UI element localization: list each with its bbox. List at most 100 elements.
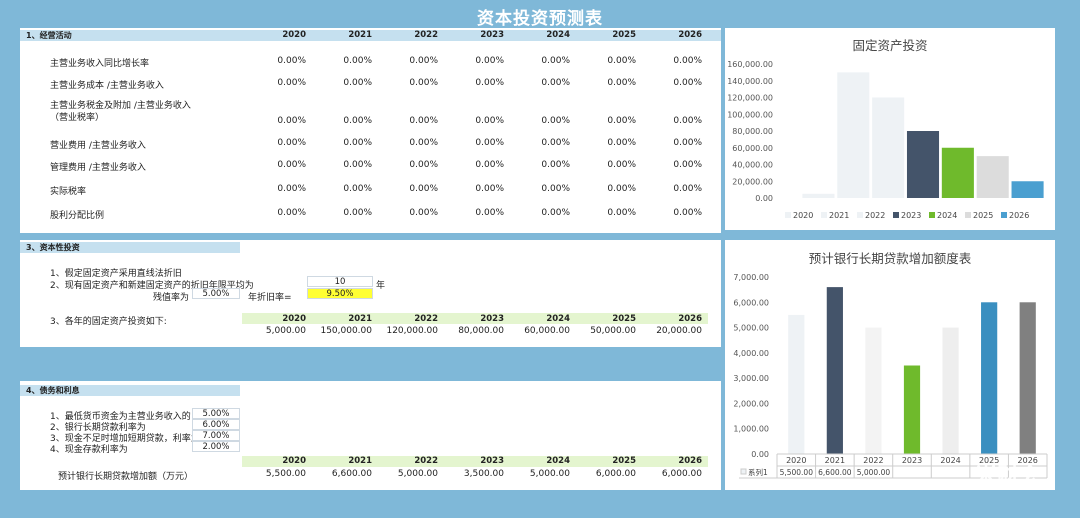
ops-cell: 0.00% xyxy=(673,116,702,126)
capex-value-2022: 120,000.00 xyxy=(386,326,438,336)
chart2-bar-2020 xyxy=(788,314,805,454)
ops-cell: 0.00% xyxy=(409,160,438,170)
dep-rate-label: 年折旧率= xyxy=(248,293,292,303)
chart2-ytick: 1,000.00 xyxy=(733,425,769,434)
ops-cell: 0.00% xyxy=(607,208,636,218)
operations-panel: 1、经营活动 2020 2021 2022 2023 2024 2025 2026 主营业务… xyxy=(20,28,721,233)
chart1-bar-2021 xyxy=(837,72,870,198)
debt-year-2020: 2020 xyxy=(282,456,306,466)
loan-value-2026: 6,000.00 xyxy=(661,469,702,479)
ops-cell: 0.00% xyxy=(343,184,372,194)
chart2-ytick: 7,000.00 xyxy=(733,273,769,282)
chart1-bar-2024 xyxy=(941,147,974,198)
chart1-legend-swatch-2025 xyxy=(965,212,971,218)
ops-cell: 0.00% xyxy=(607,138,636,148)
loan-label: 预计银行长期贷款增加额（万元） xyxy=(58,472,194,482)
chart2-xtick-2020: 2020 xyxy=(786,456,806,465)
ops-cell: 0.00% xyxy=(277,116,306,126)
ops-cell: 0.00% xyxy=(409,78,438,88)
chart2-svg: 0.00 1,000.00 2,000.00 3,000.00 4,000.00 5,00… xyxy=(733,273,1048,479)
chart2-panel: 预计银行长期贷款增加额度表 0.00 1,000.00 2,000.00 3,000.… xyxy=(725,240,1055,490)
chart2-table-value-2020: 5,500.00 xyxy=(780,468,814,477)
ops-cell: 0.00% xyxy=(343,56,372,66)
chart1-legend-swatch-2023 xyxy=(893,212,899,218)
debt-year-2022: 2022 xyxy=(414,456,438,466)
debt-year-2025: 2025 xyxy=(612,456,636,466)
chart2-bar-2021 xyxy=(826,287,843,454)
ops-cell: 0.00% xyxy=(409,184,438,194)
debt-panel: 4、债务和利息 1、最低货币资金为主营业务收入的 5.00% 2、银行长期贷款利率为… xyxy=(20,381,721,490)
ops-row-label: 管理费用 /主营业务收入 xyxy=(50,163,146,173)
ops-cell: 0.00% xyxy=(673,160,702,170)
capex-value-2021: 150,000.00 xyxy=(320,326,372,336)
ops-year-2021: 2021 xyxy=(348,30,372,40)
chart2-xtick-2024: 2024 xyxy=(940,456,960,465)
chart2-xtick-2023: 2023 xyxy=(902,456,922,465)
chart1-bar-2025 xyxy=(976,156,1009,198)
ops-cell: 0.00% xyxy=(673,56,702,66)
ops-cell: 0.00% xyxy=(409,208,438,218)
debt-header: 4、债务和利息 xyxy=(20,385,240,396)
ops-cell: 0.00% xyxy=(409,56,438,66)
chart1-legend-2026: 2026 xyxy=(1009,211,1029,220)
capex-value-2025: 50,000.00 xyxy=(590,326,636,336)
ops-cell: 0.00% xyxy=(475,138,504,148)
chart1-ytick: 80,000.00 xyxy=(732,127,773,136)
capex-year-2020: 2020 xyxy=(282,314,306,324)
ops-cell: 0.00% xyxy=(277,208,306,218)
chart1-legend-2023: 2023 xyxy=(901,211,921,220)
ops-cell: 0.00% xyxy=(541,160,570,170)
debt-item-input[interactable]: 2.00% xyxy=(192,441,240,452)
debt-year-2024: 2024 xyxy=(546,456,570,466)
capex-year-2023: 2023 xyxy=(480,314,504,324)
chart1-ytick: 100,000.00 xyxy=(727,110,773,119)
chart2-xtick-2021: 2021 xyxy=(825,456,845,465)
chart1-legend-2021: 2021 xyxy=(829,211,849,220)
capex-year-2025: 2025 xyxy=(612,314,636,324)
ops-year-2023: 2023 xyxy=(480,30,504,40)
ops-cell: 0.00% xyxy=(277,160,306,170)
chart2-ytick: 3,000.00 xyxy=(733,374,769,383)
debt-item-input[interactable]: 7.00% xyxy=(192,430,240,441)
chart1-legend-2025: 2025 xyxy=(973,211,993,220)
salvage-rate-input[interactable]: 5.00% xyxy=(192,288,240,299)
capex-year-2026: 2026 xyxy=(678,314,702,324)
chart2-xtick-2022: 2022 xyxy=(863,456,883,465)
debt-item-input[interactable]: 6.00% xyxy=(192,419,240,430)
chart1-title: 固定资产投资 xyxy=(852,38,928,53)
chart1-ytick: 0.00 xyxy=(755,194,773,203)
chart2-ytick: 6,000.00 xyxy=(733,298,769,307)
chart1-bar-2022 xyxy=(872,97,905,198)
ops-row-label: 营业费用 /主营业务收入 xyxy=(50,141,146,151)
capex-value-2023: 80,000.00 xyxy=(458,326,504,336)
capex-value-2026: 20,000.00 xyxy=(656,326,702,336)
chart2-bar-2023 xyxy=(903,365,921,454)
ops-cell: 0.00% xyxy=(475,56,504,66)
ops-cell: 0.00% xyxy=(673,208,702,218)
capex-panel: 3、资本性投资 1、假定固定资产采用直线法折旧 2、现有固定资产和新建固定资产的… xyxy=(20,240,721,347)
ops-cell: 0.00% xyxy=(541,138,570,148)
ops-cell: 0.00% xyxy=(541,78,570,88)
chart1-bar-2020 xyxy=(802,193,835,198)
chart1-panel: 固定资产投资 0.00 20,000.00 40,000.00 60,000.00 80… xyxy=(725,28,1055,230)
chart1-ytick: 40,000.00 xyxy=(732,161,773,170)
ops-cell: 0.00% xyxy=(409,116,438,126)
debt-item-input[interactable]: 5.00% xyxy=(192,408,240,419)
ops-cell: 0.00% xyxy=(475,116,504,126)
ops-cell: 0.00% xyxy=(277,138,306,148)
depreciation-years-input[interactable]: 10 xyxy=(307,276,373,287)
loan-value-2023: 3,500.00 xyxy=(463,469,504,479)
chart1-svg: 0.00 20,000.00 40,000.00 60,000.00 80,000.00… xyxy=(727,60,1044,220)
ops-cell: 0.00% xyxy=(541,208,570,218)
ops-row-label: 主营业务收入同比增长率 xyxy=(50,59,150,69)
ops-cell: 0.00% xyxy=(541,56,570,66)
chart1-bar-2023 xyxy=(906,131,940,198)
ops-cell: 0.00% xyxy=(475,184,504,194)
ops-row-label: （营业税率） xyxy=(50,113,105,123)
capex-year-2022: 2022 xyxy=(414,314,438,324)
chart2-bar-2025 xyxy=(981,302,998,454)
ops-cell: 0.00% xyxy=(475,78,504,88)
ops-cell: 0.00% xyxy=(409,138,438,148)
ops-row-label: 股利分配比例 xyxy=(50,211,105,221)
ops-cell: 0.00% xyxy=(277,78,306,88)
